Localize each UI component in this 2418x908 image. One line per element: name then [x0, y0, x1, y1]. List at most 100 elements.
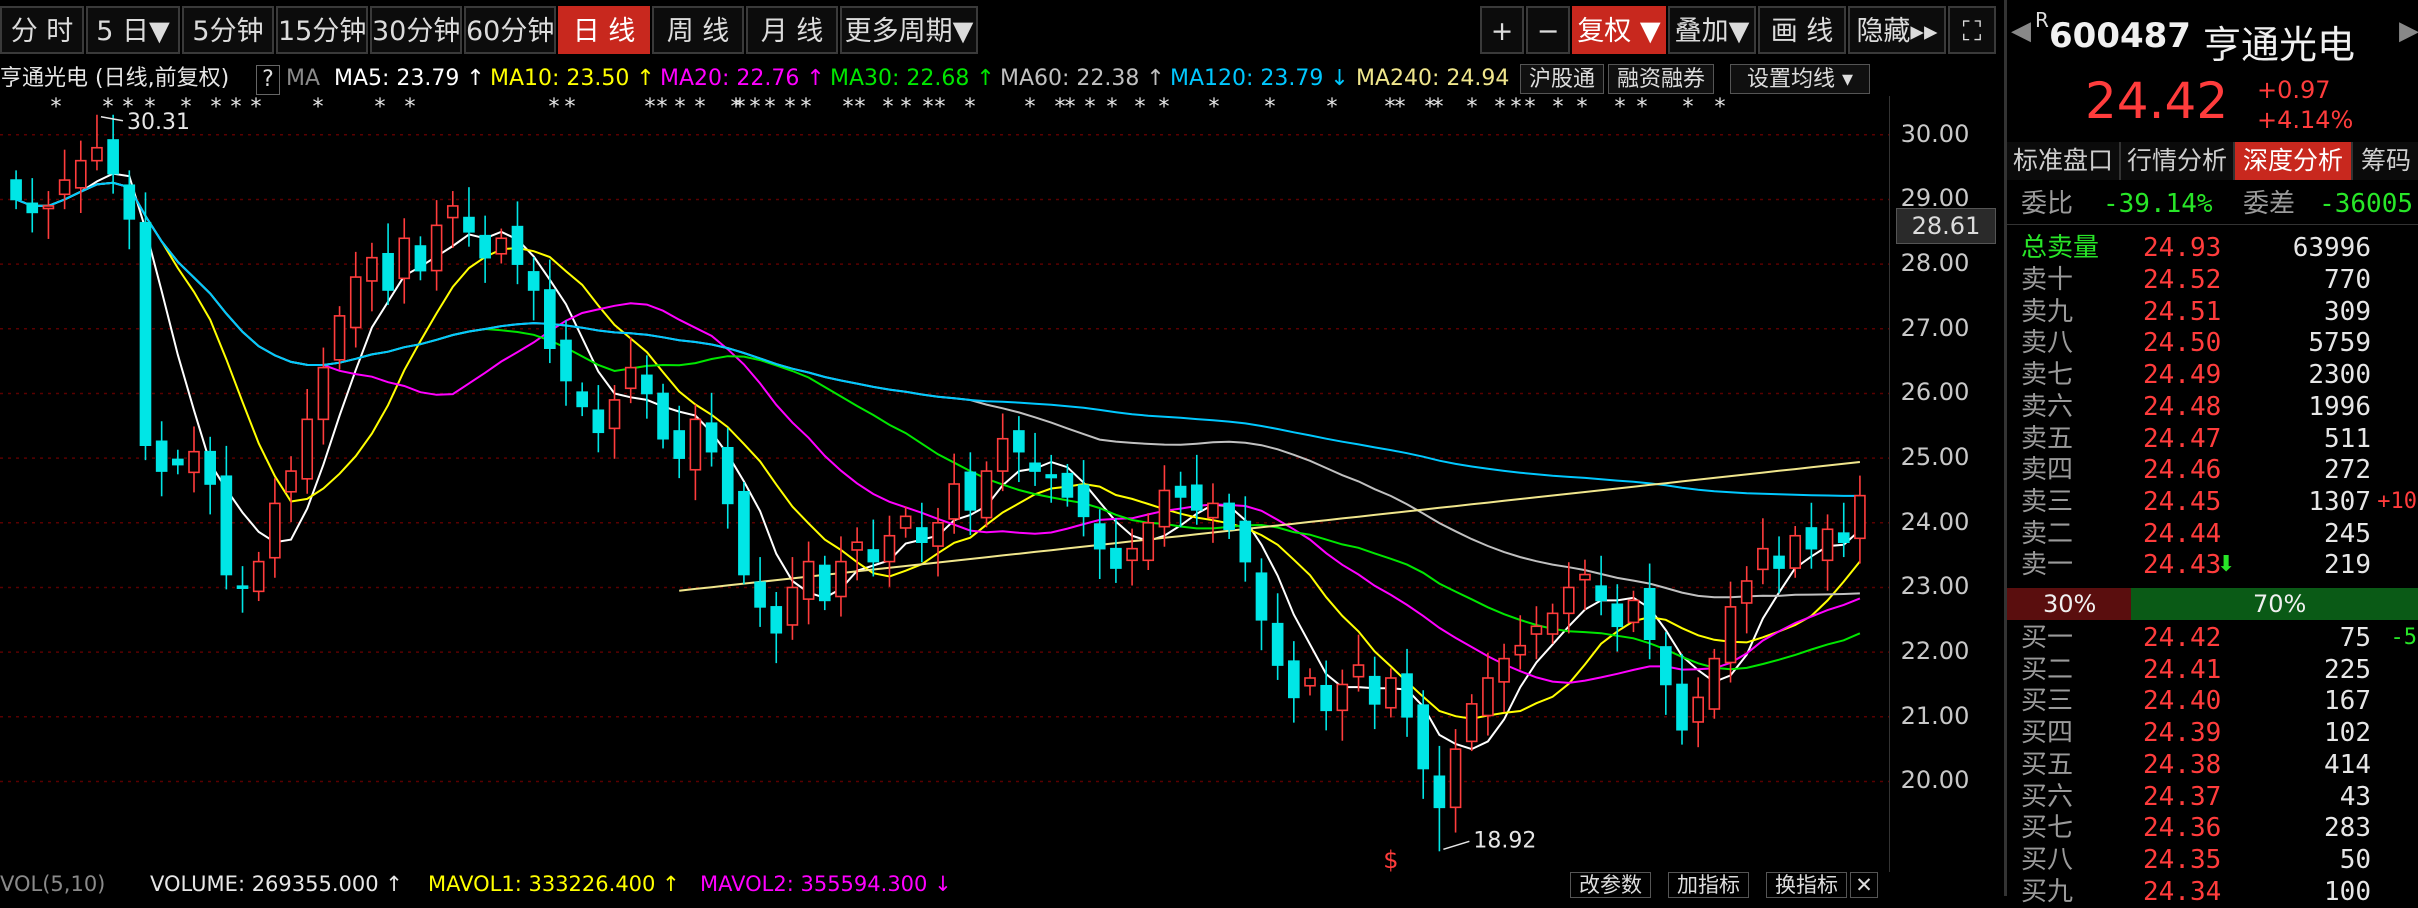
zoom-out-button[interactable]: −	[1526, 6, 1570, 54]
buy-volume: 167	[2324, 686, 2371, 717]
candle-up	[74, 159, 87, 189]
help-icon[interactable]: ?	[256, 65, 280, 95]
buy-price: 24.35	[2143, 844, 2222, 875]
candle-up	[1757, 547, 1769, 571]
tab-standard[interactable]: 标准盘口	[2007, 142, 2121, 180]
margin-trading-button[interactable]: 融资融券	[1608, 64, 1714, 94]
candle-down	[1837, 532, 1850, 544]
sell-row[interactable]: 卖十 24.52 770	[2007, 264, 2418, 296]
sell-volume: 1307	[2308, 486, 2371, 517]
period-5day-button[interactable]: 5 日▼	[86, 6, 180, 54]
low-pointer	[1443, 840, 1470, 851]
candle-down	[1676, 683, 1688, 731]
change-params-button[interactable]: 改参数	[1570, 872, 1651, 898]
buy-level-label: 买一	[2021, 623, 2074, 653]
sell-row[interactable]: 卖三 24.45 1307 +10	[2007, 486, 2418, 518]
candle-down	[560, 339, 572, 382]
candle-down	[705, 422, 718, 453]
tab-chips[interactable]: 筹码	[2353, 142, 2418, 180]
buy-row[interactable]: 买六 24.37 43	[2007, 781, 2418, 813]
period-weekly-button[interactable]: 周 线	[652, 6, 744, 54]
period-daily-button[interactable]: 日 线	[558, 6, 650, 54]
overlay-dropdown[interactable]: 叠加▼	[1668, 6, 1756, 54]
buy-row[interactable]: 买八 24.35 50	[2007, 844, 2418, 876]
event-marker-icon: *	[313, 96, 324, 120]
sell-row[interactable]: 卖四 24.46 272	[2007, 454, 2418, 486]
buy-row[interactable]: 买七 24.36 283	[2007, 812, 2418, 844]
candle-down	[1239, 520, 1252, 563]
event-marker-icon: *	[855, 96, 866, 120]
sell-price: 24.52	[2143, 265, 2222, 295]
y-tick-label: 20.00	[1900, 766, 1970, 795]
period-15min-button[interactable]: 15分钟	[276, 6, 368, 54]
quote-tabs: 标准盘口 行情分析 深度分析 筹码	[2007, 142, 2418, 180]
more-periods-dropdown[interactable]: 更多周期▼	[840, 6, 978, 54]
y-tick-label: 21.00	[1900, 701, 1970, 730]
candle-down	[641, 374, 653, 395]
tab-analysis[interactable]: 行情分析	[2121, 142, 2235, 180]
hide-panel-button[interactable]: 隐藏▸▸	[1848, 6, 1946, 54]
buy-row[interactable]: 买二 24.41 225	[2007, 654, 2418, 686]
zoom-in-button[interactable]: +	[1480, 6, 1524, 54]
event-marker-icon: *	[1265, 96, 1276, 120]
low-price-label: 18.92	[1473, 828, 1536, 853]
event-marker-icon: *	[251, 96, 262, 120]
hk-connect-button[interactable]: 沪股通	[1520, 64, 1604, 94]
switch-indicator-button[interactable]: 换指标	[1766, 872, 1847, 898]
y-tick-label: 23.00	[1900, 572, 1970, 601]
candle-up	[851, 541, 863, 551]
period-monthly-button[interactable]: 月 线	[746, 6, 838, 54]
candle-up	[883, 534, 896, 563]
candle-up	[1385, 677, 1397, 709]
tab-deep-analysis[interactable]: 深度分析	[2235, 142, 2353, 180]
event-marker-icon: *	[1467, 96, 1478, 120]
candle-down	[1643, 587, 1656, 641]
sell-row[interactable]: 卖五 24.47 511	[2007, 423, 2418, 455]
sell-volume: 2300	[2308, 360, 2371, 391]
period-5min-button[interactable]: 5分钟	[182, 6, 274, 54]
buy-price: 24.34	[2143, 876, 2222, 907]
add-indicator-button[interactable]: 加指标	[1668, 872, 1749, 898]
fullscreen-icon[interactable]: ⛶	[1948, 6, 1996, 54]
buy-volume: 102	[2324, 718, 2371, 749]
buy-row[interactable]: 买九 24.34 100	[2007, 876, 2418, 908]
total-sell-price: 24.93	[2143, 233, 2222, 263]
buy-row[interactable]: 买三 24.40 167	[2007, 685, 2418, 717]
candle-down	[818, 564, 831, 602]
weicha-label: 委差	[2243, 189, 2296, 219]
sell-level-label: 卖一	[2021, 550, 2074, 581]
candle-down	[1045, 474, 1058, 479]
ma10-value: MA10: 23.50 ↑	[490, 66, 655, 91]
ma30-line	[15, 181, 1861, 671]
sell-volume: 309	[2324, 296, 2371, 327]
adjust-price-dropdown[interactable]: 复权 ▼	[1572, 6, 1666, 54]
code-prefix: R	[2035, 8, 2049, 32]
kline-chart[interactable]: * * * * * * * * * * * * * * * * * ** * * * * * * * * * * * * * * * * * * * * *…	[0, 96, 1890, 872]
buy-level-label: 买六	[2021, 781, 2074, 812]
buy-row[interactable]: 买五 24.38 414	[2007, 749, 2418, 781]
app-window: 分 时 5 日▼ 5分钟 15分钟 30分钟 60分钟 日 线 周 线 月 线 …	[0, 0, 2418, 907]
sell-row[interactable]: 卖二 24.44 245	[2007, 518, 2418, 550]
period-fenshi-button[interactable]: 分 时	[0, 6, 84, 54]
candle-up	[1692, 696, 1704, 723]
sell-row[interactable]: 卖一 24.43 219 ⬇	[2007, 549, 2418, 581]
sell-row[interactable]: 卖七 24.49 2300	[2007, 359, 2418, 391]
total-sell-row: 总卖量 24.93 63996	[2007, 232, 2418, 264]
draw-line-button[interactable]: 画 线	[1758, 6, 1846, 54]
sell-row[interactable]: 卖六 24.48 1996	[2007, 391, 2418, 423]
close-icon[interactable]: ✕	[1850, 872, 1878, 898]
period-60min-button[interactable]: 60分钟	[464, 6, 556, 54]
sell-ratio-label: 70%	[2253, 590, 2307, 618]
sell-row[interactable]: 卖八 24.50 5759	[2007, 327, 2418, 359]
period-30min-button[interactable]: 30分钟	[370, 6, 462, 54]
mavol1-value: MAVOL1: 333226.400 ↑	[428, 872, 680, 896]
candle-down	[1805, 527, 1818, 550]
prev-stock-icon[interactable]: ◀	[2011, 16, 2031, 46]
buy-row[interactable]: 买四 24.39 102	[2007, 717, 2418, 749]
candle-up	[1724, 606, 1737, 664]
candle-down	[511, 225, 524, 265]
sell-row[interactable]: 卖九 24.51 309	[2007, 296, 2418, 328]
set-ma-dropdown[interactable]: 设置均线 ▾	[1730, 64, 1870, 94]
buy-row[interactable]: 买一 24.42 75 -5	[2007, 622, 2418, 654]
next-stock-icon[interactable]: ▶	[2399, 16, 2418, 46]
